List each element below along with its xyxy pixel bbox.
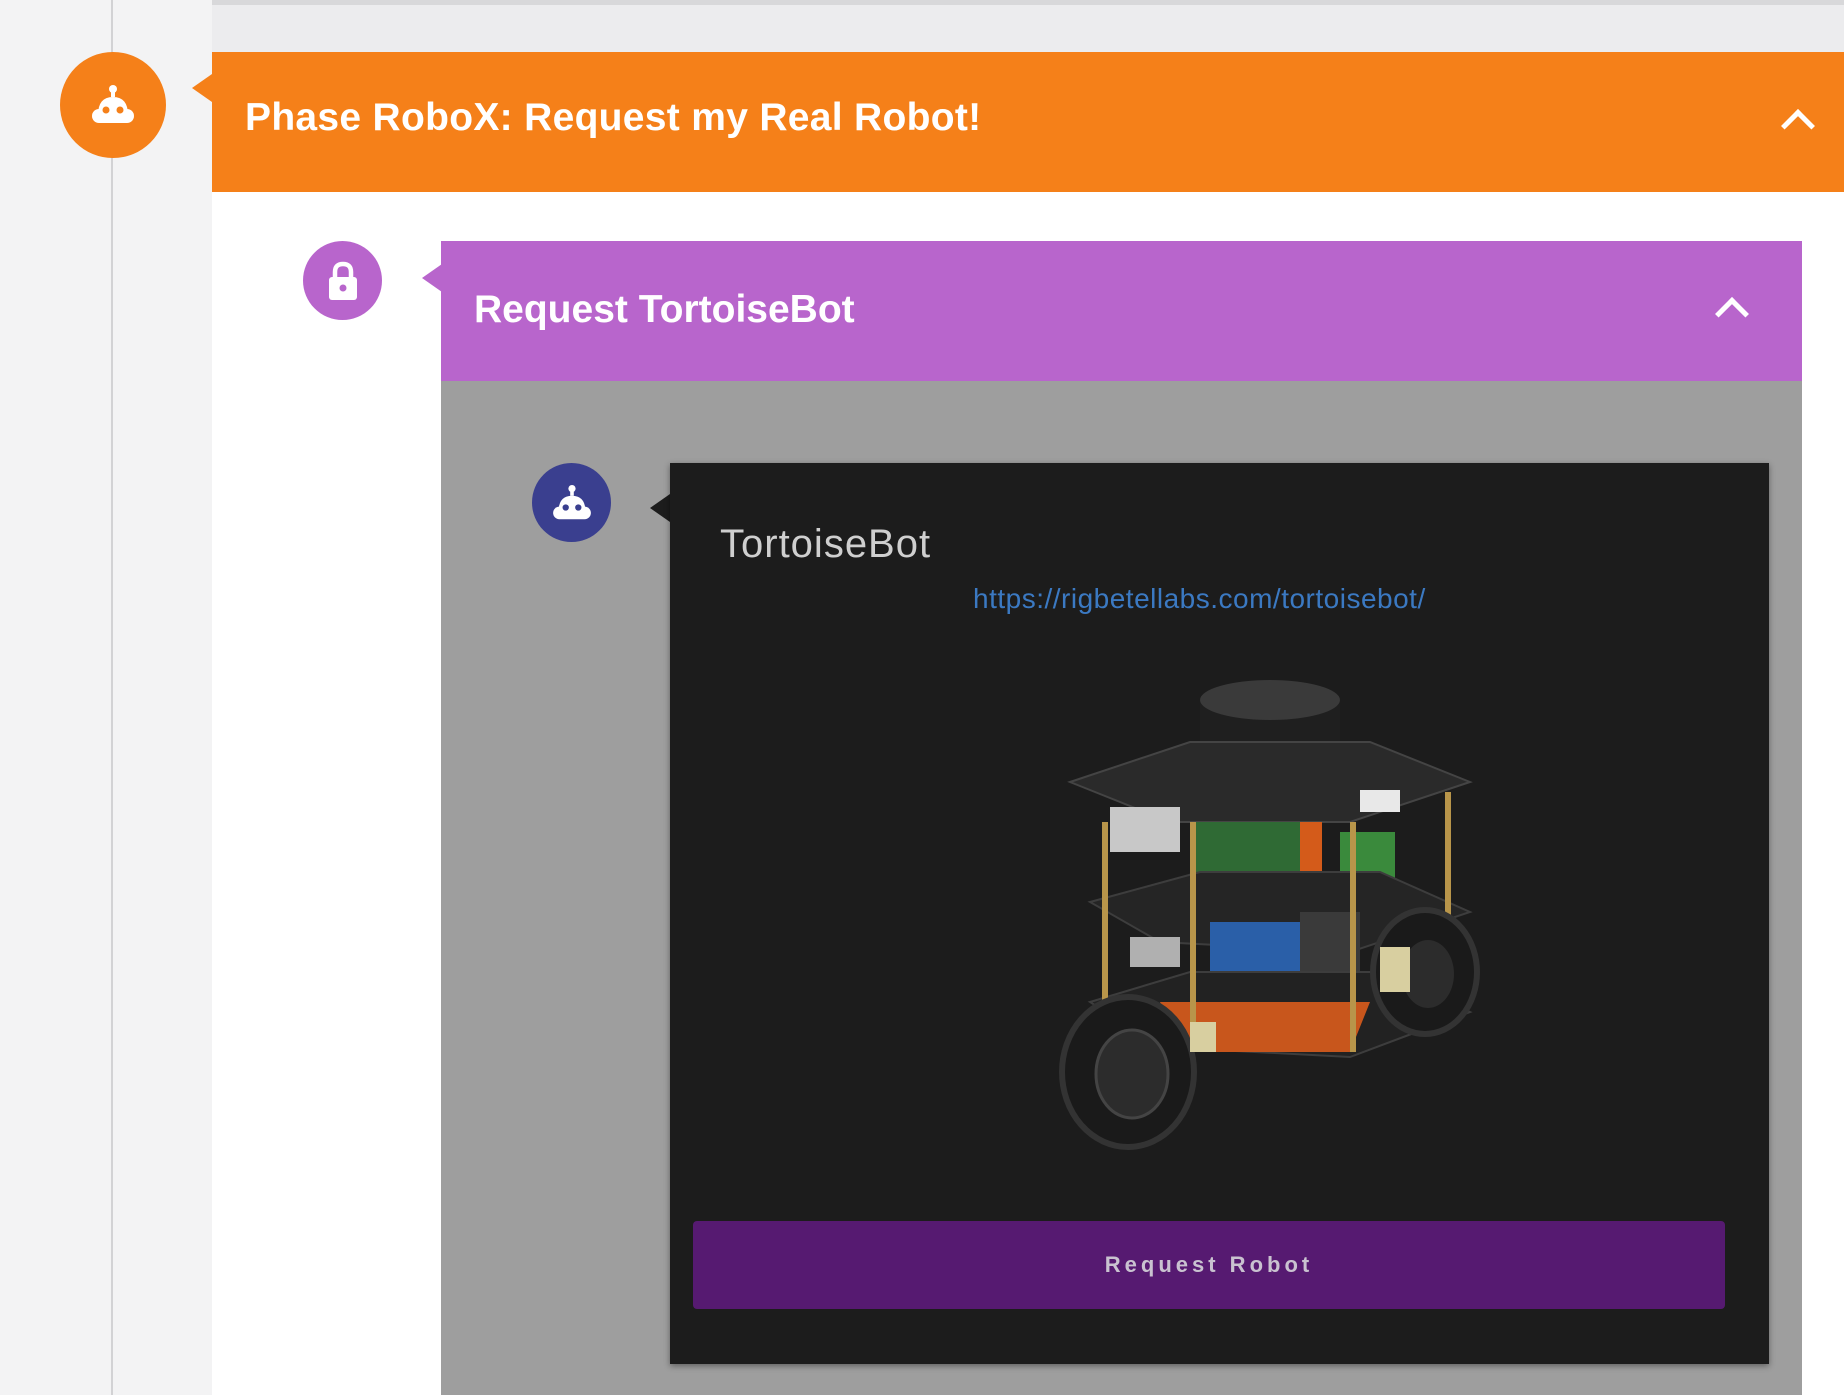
phase-title: Phase RoboX: Request my Real Robot! <box>245 96 982 139</box>
timeline-rail <box>0 0 212 1395</box>
robot-icon <box>92 85 134 123</box>
phase-pointer <box>192 74 212 102</box>
section-title: Request TortoiseBot <box>474 288 855 331</box>
section-lock-badge <box>303 241 382 320</box>
card-title: TortoiseBot <box>720 522 932 566</box>
robot-link[interactable]: https://rigbetellabs.com/tortoisebot/ <box>973 583 1426 615</box>
request-robot-button[interactable]: Request Robot <box>693 1221 1725 1309</box>
robot-icon <box>552 484 591 519</box>
phase-robot-badge <box>60 52 166 158</box>
card-pointer <box>650 494 670 522</box>
section-pointer <box>422 264 442 292</box>
card-robot-badge <box>532 463 611 542</box>
top-divider <box>212 0 1844 5</box>
tortoisebot-robot-image <box>1059 680 1480 1150</box>
timeline-line <box>111 0 113 1395</box>
lock-icon <box>328 261 357 300</box>
